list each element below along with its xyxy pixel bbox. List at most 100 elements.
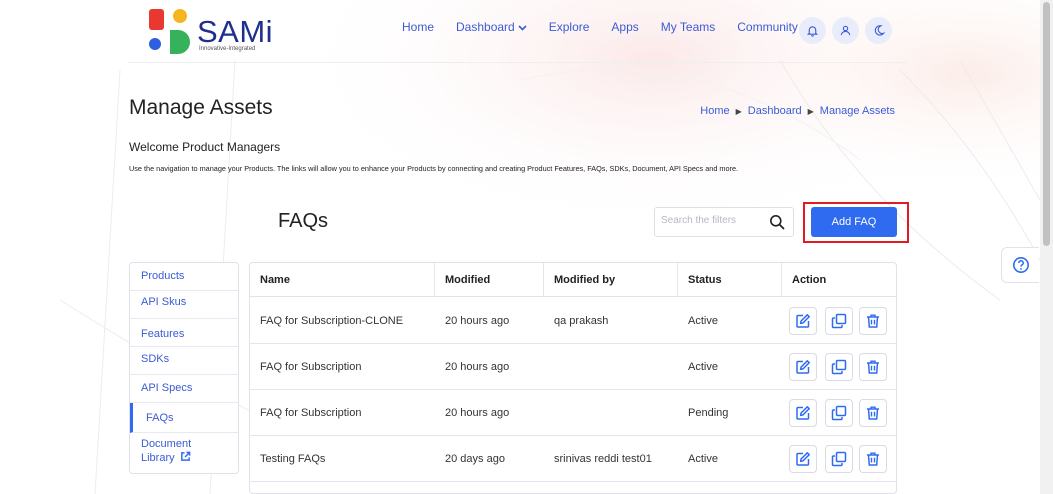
nav-home[interactable]: Home: [402, 20, 434, 34]
column-header-modified[interactable]: Modified: [435, 263, 544, 297]
table-row: FAQ for Subscription 20 hours ago Pending: [250, 390, 896, 436]
table-header: Name Modified Modified by Status Action: [250, 263, 896, 297]
nav-dashboard[interactable]: Dashboard: [456, 20, 527, 34]
cell-name: FAQ for Subscription-CLONE: [260, 315, 404, 327]
scrollbar-thumb[interactable]: [1043, 2, 1050, 246]
cell-status: Active: [688, 315, 718, 327]
cell-name: FAQ for Subscription: [260, 407, 362, 419]
nav-explore[interactable]: Explore: [549, 20, 590, 34]
table-row: FAQ for Subscription-CLONE 20 hours ago qa…: [250, 298, 896, 344]
delete-button[interactable]: [859, 399, 887, 427]
search-box: [654, 207, 794, 237]
logo-mark-icon: [149, 9, 190, 54]
clone-button[interactable]: [825, 445, 853, 473]
page-title: Manage Assets: [129, 96, 273, 119]
faq-section-title: FAQs: [278, 210, 329, 232]
cell-modified: 20 hours ago: [445, 315, 510, 327]
help-icon: [1012, 257, 1029, 273]
cell-status: Active: [688, 361, 718, 373]
brand-tagline: Innovative-Integrated: [199, 46, 256, 52]
external-link-icon: [180, 451, 191, 461]
nav-apps[interactable]: Apps: [611, 20, 638, 34]
sidebar-item-products[interactable]: Products: [130, 263, 238, 291]
breadcrumb: Home ▶ Dashboard ▶ Manage Assets: [700, 105, 895, 117]
copy-icon: [831, 313, 847, 329]
main-nav: Home Dashboard Explore Apps My Teams Com…: [402, 20, 832, 34]
nav-my-teams[interactable]: My Teams: [661, 20, 715, 34]
caret-right-icon: ▶: [807, 106, 814, 116]
copy-icon: [831, 359, 847, 375]
trash-icon: [865, 451, 881, 467]
clone-button[interactable]: [825, 353, 853, 381]
search-icon[interactable]: [769, 214, 785, 230]
table-row: FAQ for Subscription 20 hours ago Active: [250, 344, 896, 390]
sidebar-item-api-skus[interactable]: API Skus: [130, 291, 238, 319]
brand-name: SAMi: [197, 14, 274, 49]
caret-right-icon: ▶: [735, 106, 742, 116]
sidebar-item-sdks[interactable]: SDKs: [130, 347, 238, 375]
help-button[interactable]: [1001, 247, 1039, 283]
breadcrumb-dashboard[interactable]: Dashboard: [748, 105, 802, 117]
cell-name: Testing FAQs: [260, 453, 326, 465]
profile-button[interactable]: [832, 17, 859, 44]
notifications-button[interactable]: [799, 17, 826, 44]
sidebar-item-api-specs[interactable]: API Specs: [130, 375, 238, 403]
edit-icon: [795, 405, 811, 421]
cell-modified: 20 hours ago: [445, 361, 510, 373]
trash-icon: [865, 359, 881, 375]
search-input[interactable]: [661, 215, 761, 226]
delete-button[interactable]: [859, 353, 887, 381]
welcome-heading: Welcome Product Managers: [129, 140, 281, 154]
edit-button[interactable]: [789, 353, 817, 381]
theme-toggle-button[interactable]: [865, 17, 892, 44]
nav-dashboard-label: Dashboard: [456, 20, 515, 34]
asset-sidebar: Products API Skus Features SDKs API Spec…: [129, 262, 239, 474]
cell-status: Pending: [688, 407, 729, 419]
trash-icon: [865, 405, 881, 421]
column-header-action: Action: [792, 274, 827, 286]
copy-icon: [831, 405, 847, 421]
column-header-modified-by[interactable]: Modified by: [544, 263, 678, 297]
copy-icon: [831, 451, 847, 467]
trash-icon: [865, 313, 881, 329]
breadcrumb-home[interactable]: Home: [700, 105, 729, 117]
nav-community-label: Community: [737, 20, 798, 34]
add-faq-button[interactable]: Add FAQ: [811, 207, 897, 237]
moon-icon: [874, 25, 885, 36]
edit-icon: [795, 359, 811, 375]
chevron-down-icon: [518, 25, 527, 31]
edit-icon: [795, 313, 811, 329]
cell-status: Active: [688, 453, 718, 465]
bell-icon: [806, 26, 819, 37]
edit-button[interactable]: [789, 399, 817, 427]
breadcrumb-manage-assets[interactable]: Manage Assets: [820, 105, 895, 117]
user-icon: [840, 25, 851, 36]
cell-modified-by: [544, 344, 554, 390]
cell-modified-by: qa prakash: [554, 315, 609, 327]
faq-table: Name Modified Modified by Status Action …: [249, 262, 897, 494]
page-scrollbar[interactable]: [1040, 0, 1053, 494]
cell-modified: 20 hours ago: [445, 407, 510, 419]
edit-button[interactable]: [789, 445, 817, 473]
column-header-name[interactable]: Name: [250, 263, 435, 297]
delete-button[interactable]: [859, 307, 887, 335]
cell-name: FAQ for Subscription: [260, 361, 362, 373]
cell-modified: 20 days ago: [445, 453, 505, 465]
column-header-status[interactable]: Status: [678, 263, 782, 297]
sidebar-item-features[interactable]: Features: [130, 319, 238, 347]
sidebar-item-faqs[interactable]: FAQs: [130, 403, 238, 433]
clone-button[interactable]: [825, 399, 853, 427]
table-row: Testing FAQs 20 days ago srinivas reddi te…: [250, 436, 896, 482]
page-frame: SAMi Innovative-Integrated Home Dashboar…: [0, 0, 1040, 494]
edit-icon: [795, 451, 811, 467]
brand-logo[interactable]: SAMi Innovative-Integrated: [145, 6, 285, 54]
sidebar-item-library-label: Library: [141, 452, 175, 464]
cell-modified-by: [544, 390, 554, 436]
delete-button[interactable]: [859, 445, 887, 473]
sidebar-item-document-library[interactable]: Document Library: [130, 433, 238, 473]
cell-modified-by: srinivas reddi test01: [554, 453, 652, 465]
top-header: SAMi Innovative-Integrated Home Dashboar…: [128, 0, 908, 63]
clone-button[interactable]: [825, 307, 853, 335]
sidebar-item-document-label: Document: [141, 438, 192, 450]
edit-button[interactable]: [789, 307, 817, 335]
